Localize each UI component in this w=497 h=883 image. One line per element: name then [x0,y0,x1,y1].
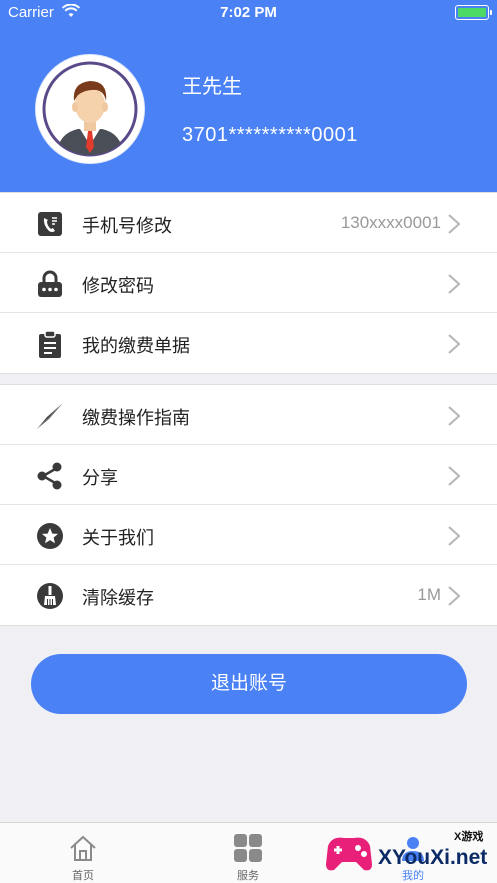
phone-number-value: 130xxxx0001 [340,213,441,232]
lock-icon [35,269,65,299]
battery-icon [455,5,492,20]
general-group: 缴费操作指南 分享 关于我们 清除缓存 1M [0,384,497,626]
user-id-number: 3701**********0001 [182,124,358,146]
menu-item-label: 清除缓存 [82,588,154,608]
avatar[interactable] [36,55,144,163]
star-icon [35,521,65,551]
account-settings-group: 手机号修改 130xxxx0001 修改密码 我的缴费单据 [0,192,497,374]
tab-services[interactable]: 服务 [188,823,308,883]
menu-item-label: 手机号修改 [82,216,172,236]
chevron-right-icon [447,465,461,487]
menu-item-label: 关于我们 [82,528,154,548]
businessman-icon [42,61,138,157]
menu-item-label: 修改密码 [82,276,154,296]
gamepad-logo-icon [326,837,372,871]
grid-icon [233,833,263,863]
chevron-right-icon [447,405,461,427]
menu-item-share[interactable]: 分享 [0,445,497,505]
home-icon [68,833,98,863]
status-bar: Carrier 7:02 PM [0,0,497,26]
menu-item-payment-receipts[interactable]: 我的缴费单据 [0,313,497,373]
clipboard-icon [35,329,65,359]
tab-home[interactable]: 首页 [23,823,143,883]
menu-item-label: 缴费操作指南 [82,408,190,428]
profile-header: Carrier 7:02 PM 王先生 3701**********0001 [0,0,497,192]
menu-item-label: 我的缴费单据 [82,336,190,356]
clock-time: 7:02 PM [220,4,277,21]
share-icon [35,461,65,491]
menu-item-label: 分享 [82,468,118,488]
watermark-small-text: X游戏 [454,831,484,843]
chevron-right-icon [447,585,461,607]
chevron-right-icon [447,525,461,547]
tab-label: 服务 [237,870,259,882]
cache-size-value: 1M [417,585,441,604]
menu-item-change-phone[interactable]: 手机号修改 130xxxx0001 [0,193,497,253]
broom-icon [35,581,65,611]
phone-edit-icon [35,209,65,239]
chevron-right-icon [447,213,461,235]
chevron-right-icon [447,273,461,295]
user-name: 王先生 [182,76,242,98]
watermark-text: XYouXi.net [378,846,488,869]
menu-item-clear-cache[interactable]: 清除缓存 1M [0,565,497,625]
compass-icon [35,401,65,431]
menu-item-change-password[interactable]: 修改密码 [0,253,497,313]
tab-label: 首页 [72,870,94,882]
menu-item-about-us[interactable]: 关于我们 [0,505,497,565]
watermark-logo: X游戏 XYouXi.net [322,826,494,880]
logout-button[interactable]: 退出账号 [31,654,467,714]
menu-item-payment-guide[interactable]: 缴费操作指南 [0,385,497,445]
chevron-right-icon [447,333,461,355]
